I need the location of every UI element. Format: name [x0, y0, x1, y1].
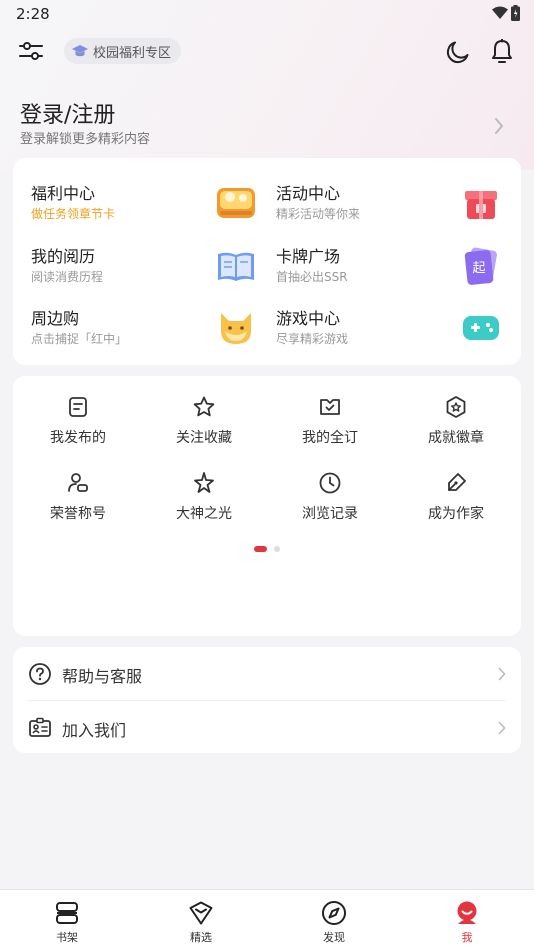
filter-settings-icon[interactable]: [19, 40, 43, 62]
feature-title: 我的阅历: [31, 247, 96, 266]
coin-wallet-icon: [217, 188, 255, 218]
feature-title: 周边购: [31, 309, 80, 328]
feature-subtitle: 阅读消费历程: [31, 270, 104, 284]
grid-item-browse-history[interactable]: 浏览记录: [267, 471, 393, 531]
bookshelf-icon: [56, 902, 78, 924]
nav-tab-featured[interactable]: 精选: [134, 890, 268, 950]
chevron-right-icon: [498, 667, 506, 681]
nav-label: 书架: [56, 931, 78, 944]
feature-welfare-center[interactable]: 福利中心 做任务领章节卡: [31, 180, 271, 236]
grid-label: 我的全订: [302, 430, 358, 446]
feature-reading-history[interactable]: 我的阅历 阅读消费历程: [31, 243, 271, 299]
features-card: 福利中心 做任务领章节卡 活动中心 精彩活动等你来 我的阅历 阅读消费历程 卡牌…: [13, 158, 521, 365]
help-icon: [29, 663, 51, 685]
feature-card-plaza[interactable]: 卡牌广场 首抽必出SSR 起: [276, 243, 516, 299]
profile-icon: [457, 901, 477, 924]
chevron-right-icon: [498, 721, 506, 735]
grid-label: 成为作家: [428, 506, 484, 522]
star-icon: [193, 396, 215, 417]
graduation-cap-icon: [72, 45, 88, 57]
clock-icon: [319, 472, 341, 494]
id-card-icon: [29, 717, 51, 737]
grid-item-master-light[interactable]: 大神之光: [141, 471, 267, 531]
list-item-label: 帮助与客服: [62, 667, 143, 686]
cat-mascot-icon: [221, 313, 251, 344]
grid-item-my-posts[interactable]: 我发布的: [15, 395, 141, 455]
login-subtitle: 登录解锁更多精彩内容: [20, 132, 151, 147]
subscription-icon: [320, 399, 340, 415]
sparkle-star-icon: [194, 472, 214, 493]
pen-icon: [448, 473, 466, 491]
feature-title: 福利中心: [31, 184, 96, 203]
feature-subtitle: 做任务领章节卡: [31, 207, 116, 221]
grid-label: 成就徽章: [428, 430, 484, 446]
feature-title: 活动中心: [276, 184, 341, 203]
nav-label: 我: [461, 931, 473, 944]
compass-icon: [322, 901, 346, 925]
feature-merch-shop[interactable]: 周边购 点击捕捉「红中」: [31, 305, 271, 361]
grid-item-honor-titles[interactable]: 荣誉称号: [15, 471, 141, 531]
feature-subtitle: 点击捕捉「红中」: [31, 332, 128, 346]
login-title[interactable]: 登录/注册: [20, 97, 115, 129]
grid-label: 大神之光: [176, 506, 232, 522]
nav-label: 发现: [323, 931, 345, 944]
gift-box-icon: [465, 191, 497, 219]
bottom-navigation: 书架 精选 发现 我: [0, 889, 534, 950]
page-dot[interactable]: [274, 546, 280, 552]
feature-title: 游戏中心: [276, 309, 341, 328]
diamond-icon: [189, 901, 213, 925]
moon-icon[interactable]: [446, 40, 470, 64]
settings-list-card: 帮助与客服 加入我们: [13, 647, 521, 753]
page-dot-active: [254, 546, 267, 552]
status-bar: 2:28: [0, 0, 534, 28]
bell-icon[interactable]: [491, 39, 513, 64]
document-icon: [69, 397, 87, 417]
open-book-icon: [218, 252, 254, 281]
feature-subtitle: 首抽必出SSR: [276, 270, 348, 284]
nav-tab-bookshelf[interactable]: 书架: [0, 890, 134, 950]
grid-item-subscriptions[interactable]: 我的全订: [267, 395, 393, 455]
grid-item-achievements[interactable]: 成就徽章: [393, 395, 519, 455]
user-honor-icon: [68, 473, 88, 492]
grid-label: 关注收藏: [176, 430, 232, 446]
feature-subtitle: 精彩活动等你来: [276, 207, 361, 221]
badge-icon: [446, 396, 466, 418]
status-time: 2:28: [16, 5, 50, 23]
gamepad-icon: [463, 316, 499, 340]
nav-tab-discover[interactable]: 发现: [267, 890, 401, 950]
grid-item-become-author[interactable]: 成为作家: [393, 471, 519, 531]
card-icon: 起: [464, 247, 497, 285]
grid-label: 浏览记录: [302, 506, 358, 522]
feature-title: 卡牌广场: [276, 247, 341, 266]
nav-tab-me[interactable]: 我: [400, 890, 534, 950]
feature-game-center[interactable]: 游戏中心 尽享精彩游戏: [276, 305, 516, 361]
grid-label: 荣誉称号: [50, 506, 106, 522]
card-glyph: 起: [472, 261, 485, 276]
nav-label: 精选: [190, 931, 212, 944]
chevron-right-icon[interactable]: [494, 117, 504, 135]
feature-activity-center[interactable]: 活动中心 精彩活动等你来: [276, 180, 516, 236]
list-item-help-support[interactable]: 帮助与客服: [13, 647, 521, 701]
grid-item-favorites[interactable]: 关注收藏: [141, 395, 267, 455]
campus-chip-label: 校园福利专区: [93, 45, 172, 61]
quick-actions-card: 我发布的 关注收藏 我的全订 成就徽章 荣誉称号 大神之光 浏览记录 成为作家: [13, 376, 521, 636]
wifi-icon: [492, 6, 508, 19]
battery-icon: [511, 5, 520, 21]
list-item-label: 加入我们: [62, 721, 127, 740]
grid-label: 我发布的: [50, 430, 106, 446]
list-item-join-us[interactable]: 加入我们: [13, 701, 521, 754]
feature-subtitle: 尽享精彩游戏: [276, 332, 349, 346]
campus-welfare-chip[interactable]: 校园福利专区: [64, 38, 182, 64]
